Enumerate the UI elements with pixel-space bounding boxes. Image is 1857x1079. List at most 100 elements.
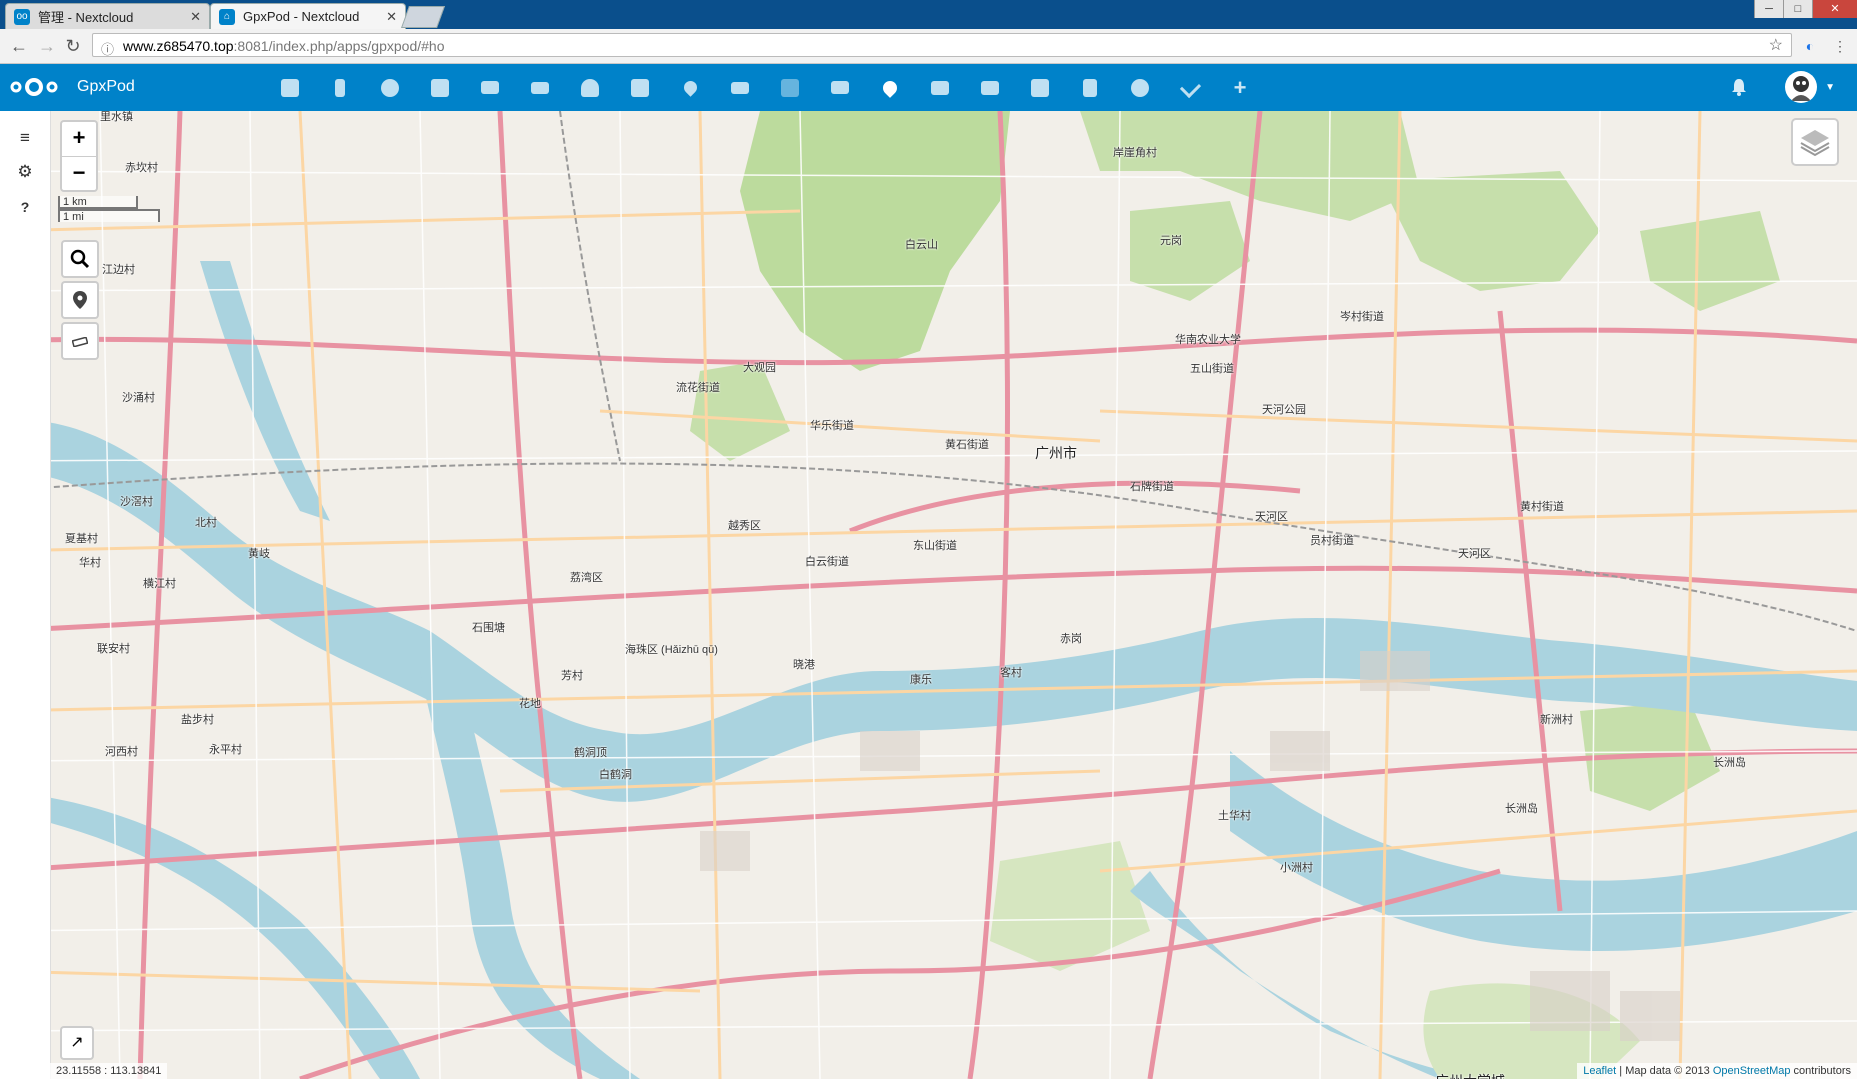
minimize-button[interactable]: ─ [1754,0,1783,18]
page-info-icon[interactable]: ⓘ [101,38,114,62]
gpxpod-icon[interactable] [865,64,915,111]
map-label: 石围塘 [472,622,505,634]
mail-icon[interactable] [465,64,515,111]
chrome-menu-icon[interactable]: ⋮ [1831,37,1849,55]
news-icon[interactable] [815,64,865,111]
map-label: 北村 [195,517,217,529]
zoom-control: + − [60,120,98,192]
folder-icon[interactable] [265,64,315,111]
map-label: 黄村街道 [1520,501,1564,513]
map-canvas[interactable]: 广州市 白云山 里水镇 赤坎村 江边村 沙涌村 沙滘村 北村 黄岐 横江村 石围… [0,111,1857,1079]
announcement-icon[interactable] [715,64,765,111]
deck-icon[interactable] [915,64,965,111]
map-label: 小洲村 [1280,862,1313,874]
map-attribution: Leaflet | Map data © 2013 OpenStreetMap … [1577,1063,1857,1079]
map-label: 鹤洞顶 [574,747,607,759]
map-label: 海珠区 (Hǎizhū qū) [625,644,718,656]
app-name[interactable]: GpxPod [77,78,135,96]
user-menu-caret-icon[interactable]: ▼ [1825,82,1835,93]
mouse-coordinates: 23.11558 : 113.13841 [50,1063,168,1079]
map-label: 客村 [1000,667,1022,679]
window-controls: ─ □ ✕ [1754,0,1857,18]
back-arrow-icon[interactable]: ← [8,35,30,57]
video-icon[interactable] [515,64,565,111]
map-label: 永平村 [209,744,242,756]
tasks-icon[interactable] [1165,64,1215,111]
nextcloud-logo-icon[interactable] [10,75,58,99]
calendar-icon[interactable] [615,64,665,111]
add-icon[interactable]: + [1215,64,1265,111]
map-label: 赤坎村 [125,162,158,174]
map-label: 华南农业大学 [1175,334,1241,346]
activity-icon[interactable] [315,64,365,111]
map-label: 芳村 [561,670,583,682]
contacts-icon[interactable] [565,64,615,111]
maps-icon[interactable] [665,64,715,111]
zoom-out-button[interactable]: − [62,156,96,191]
expand-icon[interactable]: ↗ [60,1026,94,1060]
gallery-icon[interactable] [365,64,415,111]
url-bar[interactable]: ⓘ www.z685470.top:8081/index.php/apps/gp… [92,33,1792,57]
map-label: 五山街道 [1190,363,1234,375]
maximize-button[interactable]: □ [1783,0,1812,18]
bookmarks-icon[interactable] [765,64,815,111]
map-tiles[interactable] [0,111,1857,1079]
search-icon[interactable] [61,240,99,278]
map-label: 白云山 [905,239,938,251]
tab-title: 管理 - Nextcloud [38,10,134,25]
map-label: 白云街道 [805,556,849,568]
map-label: 横江村 [143,578,176,590]
map-label: 天河区 [1458,548,1491,560]
layers-control-icon[interactable] [1791,118,1839,166]
map-label: 天河区 [1255,511,1288,523]
map-label: 新洲村 [1540,714,1573,726]
map-label: 长洲岛 [1505,803,1538,815]
new-tab-button[interactable] [400,6,446,28]
map-label: 越秀区 [728,520,761,532]
map-label: 康乐 [910,674,932,686]
tables-icon[interactable] [965,64,1015,111]
marker-icon[interactable] [61,281,99,319]
notes-icon[interactable] [1015,64,1065,111]
map-label: 黄石街道 [945,439,989,451]
map-label: 白鹤洞 [599,769,632,781]
settings-gear-icon[interactable]: ⚙ [14,161,36,183]
menu-icon[interactable]: ≡ [14,127,36,149]
github-icon[interactable] [1115,64,1165,111]
forward-arrow-icon[interactable]: → [36,35,58,57]
attribution-text: | Map data © 2013 [1616,1065,1713,1077]
app-menu: + [265,64,1265,111]
close-window-button[interactable]: ✕ [1812,0,1857,18]
url-host: www.z685470.top [123,38,234,54]
measure-ruler-icon[interactable] [61,322,99,360]
tab-close-icon[interactable]: ✕ [386,9,397,25]
attribution-tail: contributors [1790,1065,1851,1077]
leaflet-link[interactable]: Leaflet [1583,1065,1616,1077]
zoom-in-button[interactable]: + [62,122,96,156]
map-label: 长洲岛 [1713,757,1746,769]
map-label: 联安村 [97,643,130,655]
url-path: :8081/index.php/apps/gpxpod/#ho [233,38,445,54]
map-label: 岑村街道 [1340,311,1384,323]
browser-tab-active[interactable]: ⌂ GpxPod - Nextcloud ✕ [210,3,406,29]
audio-icon[interactable] [1065,64,1115,111]
reload-icon[interactable]: ↻ [62,35,84,57]
user-avatar[interactable] [1785,71,1817,103]
scale-bar: 1 km 1 mi [58,196,160,223]
map-label: 沙涌村 [122,392,155,404]
map-label: 江边村 [102,264,135,276]
notifications-bell-icon[interactable] [1731,78,1747,96]
map-label: 华乐街道 [810,420,854,432]
pictures-icon[interactable] [415,64,465,111]
browser-tab[interactable]: oo 管理 - Nextcloud ✕ [5,3,210,29]
help-icon[interactable]: ? [14,196,36,218]
map-label: 夏基村 [65,533,98,545]
tab-close-icon[interactable]: ✕ [190,9,201,25]
nextcloud-header: GpxPod + ▼ [0,64,1857,111]
map-label: 沙滘村 [120,496,153,508]
browser-tab-bar: oo 管理 - Nextcloud ✕ ⌂ GpxPod - Nextcloud… [0,0,1857,29]
extension-icon[interactable]: ◐ [1801,37,1819,55]
gpxpod-sidebar: ≡ ⚙ ? [0,111,51,1079]
bookmark-star-icon[interactable]: ☆ [1769,34,1783,58]
osm-link[interactable]: OpenStreetMap [1713,1065,1791,1077]
